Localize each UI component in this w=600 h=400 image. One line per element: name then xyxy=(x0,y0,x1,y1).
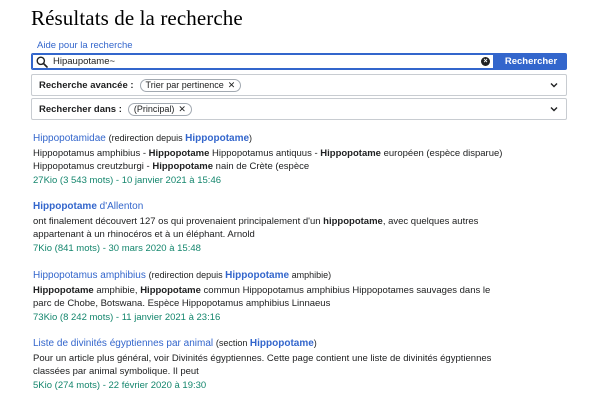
section-link[interactable]: Hippopotame xyxy=(250,338,314,349)
result-heading: Hippopotamus amphibius (redirection depu… xyxy=(33,268,573,283)
advanced-search-label: Recherche avancée : xyxy=(39,79,134,91)
result-meta: 73Kio (8 242 mots) - 11 janvier 2021 à 2… xyxy=(33,312,221,323)
clear-icon[interactable]: × xyxy=(481,57,490,66)
redirect-note: (redirection depuis Hippopotame amphibie… xyxy=(148,270,332,281)
result-heading: Liste de divinités égyptiennes par anima… xyxy=(33,336,573,351)
result-meta: 7Kio (841 mots) - 30 mars 2020 à 15:48 xyxy=(33,243,201,254)
search-result: Hippopotame d'Allenton ont finalement dé… xyxy=(33,200,573,255)
search-result: Hippopotamidae (redirection depuis Hippo… xyxy=(33,131,573,187)
redirect-link[interactable]: Hippopotame xyxy=(225,270,289,281)
advanced-search-bar[interactable]: Recherche avancée : Trier par pertinence… xyxy=(31,74,567,96)
result-snippet: Hippopotamus amphibius - Hippopotame Hip… xyxy=(33,148,503,172)
close-icon[interactable]: ✕ xyxy=(228,80,236,90)
redirect-link[interactable]: Hippopotame xyxy=(185,133,249,144)
search-icon xyxy=(36,56,48,68)
close-icon[interactable]: ✕ xyxy=(178,104,186,114)
sort-chip-label: Trier par pertinence xyxy=(145,80,224,90)
search-input[interactable]: Hipaupotame~ × xyxy=(31,53,495,70)
result-title-link[interactable]: Hippopotame d'Allenton xyxy=(33,201,143,212)
result-title-link[interactable]: Liste de divinités égyptiennes par anima… xyxy=(33,338,213,349)
result-title-link[interactable]: Hippopotamus amphibius xyxy=(33,270,146,281)
search-button[interactable]: Rechercher xyxy=(495,53,567,70)
result-snippet: Hippopotame amphibie, Hippopotame commun… xyxy=(33,285,491,309)
page-title: Résultats de la recherche xyxy=(31,6,243,30)
sort-chip[interactable]: Trier par pertinence ✕ xyxy=(139,78,242,92)
search-input-value[interactable]: Hipaupotame~ xyxy=(53,56,481,67)
namespace-label: Rechercher dans : xyxy=(39,103,122,115)
result-meta: 5Kio (274 mots) - 22 février 2020 à 19:3… xyxy=(33,380,207,391)
search-result: Hippopotamus amphibius (redirection depu… xyxy=(33,268,573,324)
search-help-link[interactable]: Aide pour la recherche xyxy=(37,40,133,51)
search-form: Hipaupotame~ × Rechercher xyxy=(31,53,567,70)
namespace-search-bar[interactable]: Rechercher dans : (Principal) ✕ xyxy=(31,98,567,120)
chevron-down-icon[interactable] xyxy=(549,104,559,114)
namespace-chip[interactable]: (Principal) ✕ xyxy=(127,102,192,116)
result-meta: 27Kio (3 543 mots) - 10 janvier 2021 à 1… xyxy=(33,175,222,186)
result-snippet: ont finalement découvert 127 os qui prov… xyxy=(33,216,479,240)
search-result: Liste de divinités égyptiennes par anima… xyxy=(33,336,573,392)
section-note: (section Hippopotame) xyxy=(215,338,317,349)
chevron-down-icon[interactable] xyxy=(549,80,559,90)
redirect-note: (redirection depuis Hippopotame) xyxy=(108,133,253,144)
namespace-chip-label: (Principal) xyxy=(133,104,175,114)
result-heading: Hippopotame d'Allenton xyxy=(33,200,573,214)
result-title-link[interactable]: Hippopotamidae xyxy=(33,133,106,144)
result-heading: Hippopotamidae (redirection depuis Hippo… xyxy=(33,131,573,146)
result-snippet: Pour un article plus général, voir Divin… xyxy=(33,353,492,377)
